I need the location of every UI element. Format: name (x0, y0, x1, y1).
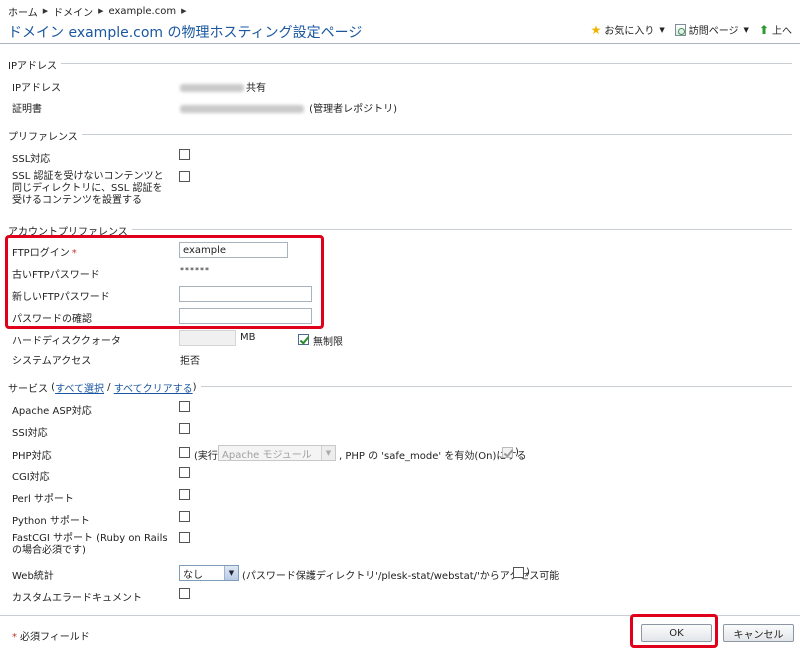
perl-support-label: Perl サポート (12, 494, 74, 505)
php-safe-mode-checkbox[interactable] (502, 447, 513, 458)
highlight-ftp-credentials (5, 235, 324, 329)
web-stats-close-paren: ) (526, 567, 530, 578)
preferences-section-legend: プリファレンス (8, 128, 82, 143)
asp-support-label: Apache ASP対応 (12, 406, 92, 417)
ip-address-value: 共有 (180, 79, 266, 94)
certificate-label: 証明書 (12, 104, 42, 115)
up-arrow-icon: ⬆ (758, 22, 769, 37)
cgi-support-checkbox[interactable] (179, 467, 190, 478)
up-label: 上へ (772, 26, 792, 37)
disk-quota-label: ハードディスククォータ (12, 336, 121, 347)
breadcrumb-separator-icon: ▶ (98, 7, 104, 15)
ssi-support-checkbox[interactable] (179, 423, 190, 434)
select-all-link[interactable]: すべて選択 (55, 380, 104, 395)
disk-quota-input[interactable] (179, 330, 236, 346)
disk-quota-unit: MB (240, 332, 256, 343)
required-fields-note: * 必須フィールド (12, 632, 90, 643)
dropdown-arrow-icon: ▼ (659, 25, 665, 34)
toolbar: ★ お気に入り ▼ 訪問ページ ▼ ⬆ 上へ (590, 22, 792, 38)
title-divider (0, 43, 800, 44)
breadcrumb-home[interactable]: ホーム (8, 4, 38, 19)
star-icon: ★ (590, 22, 602, 37)
up-level-button[interactable]: ⬆ 上へ (758, 22, 792, 38)
shell-access-label: システムアクセス (12, 356, 92, 367)
cgi-support-label: CGI対応 (12, 472, 50, 483)
python-support-label: Python サポート (12, 516, 90, 527)
redacted-ip (180, 84, 244, 92)
asp-support-checkbox[interactable] (179, 401, 190, 412)
php-safe-mode-label: , PHP の 'safe_mode' を有効(On)にする (339, 451, 527, 462)
breadcrumb-separator-icon: ▶ (42, 7, 49, 15)
web-stats-select[interactable]: なし ▼ (179, 565, 239, 581)
visited-pages-menu[interactable]: 訪問ページ ▼ (674, 22, 749, 37)
page-title: ドメイン example.com の物理ホスティング設定ページ (8, 25, 363, 41)
php-support-label: PHP対応 (12, 451, 52, 462)
breadcrumb-separator-icon: ▶ (181, 7, 187, 15)
ssi-support-label: SSI対応 (12, 428, 48, 439)
cancel-button[interactable]: キャンセル (723, 624, 794, 642)
custom-errors-label: カスタムエラードキュメント (12, 593, 142, 604)
redacted-certificate (180, 105, 304, 113)
clear-all-link[interactable]: すべてクリアする (114, 380, 193, 395)
chevron-down-icon: ▼ (321, 446, 335, 460)
php-support-checkbox[interactable] (179, 447, 190, 458)
breadcrumb-domain[interactable]: example.com (108, 6, 176, 17)
ip-section-legend: IPアドレス (8, 57, 61, 72)
php-exec-label: (実行 (194, 451, 218, 462)
section-divider (8, 134, 792, 135)
breadcrumb-domains[interactable]: ドメイン (53, 4, 93, 19)
perl-support-checkbox[interactable] (179, 489, 190, 500)
php-close-paren: ) (515, 447, 519, 458)
highlight-ok-button (630, 614, 718, 648)
certificate-value: (管理者レポジトリ) (180, 100, 397, 115)
visited-pages-icon (674, 23, 686, 36)
ssl-support-label: SSL対応 (12, 154, 51, 165)
php-mode-select[interactable]: Apache モジュール ▼ (218, 445, 336, 461)
web-stats-label: Web統計 (12, 571, 54, 582)
shell-access-value: 拒否 (180, 356, 200, 367)
ssl-directory-label: SSL 認証を受けないコンテンツと同じディレクトリに、SSL 認証を受けるコンテ… (12, 171, 164, 206)
python-support-checkbox[interactable] (179, 511, 190, 522)
ssl-support-checkbox[interactable] (179, 149, 190, 160)
services-section-legend: サービス (すべて選択 / すべてクリアする) (8, 380, 201, 395)
web-stats-protect-checkbox[interactable] (513, 567, 524, 578)
fastcgi-support-checkbox[interactable] (179, 532, 190, 543)
ssl-directory-checkbox[interactable] (179, 171, 190, 182)
visited-pages-label: 訪問ページ (688, 26, 739, 37)
custom-errors-checkbox[interactable] (179, 588, 190, 599)
unlimited-checkbox[interactable] (298, 334, 309, 345)
favorites-menu[interactable]: ★ お気に入り ▼ (590, 22, 665, 38)
breadcrumb: ホーム ▶ ドメイン ▶ example.com ▶ (8, 4, 191, 19)
section-divider (8, 63, 792, 64)
chevron-down-icon: ▼ (224, 566, 238, 580)
fastcgi-support-label: FastCGI サポート (Ruby on Rails の場合必須です) (12, 533, 168, 556)
favorites-label: お気に入り (604, 26, 655, 37)
web-stats-note: (パスワード保護ディレクトリ'/plesk-stat/webstat/'からアク… (242, 571, 560, 582)
dropdown-arrow-icon: ▼ (743, 25, 749, 34)
unlimited-label: 無制限 (313, 337, 343, 348)
ip-address-label: IPアドレス (12, 83, 61, 94)
